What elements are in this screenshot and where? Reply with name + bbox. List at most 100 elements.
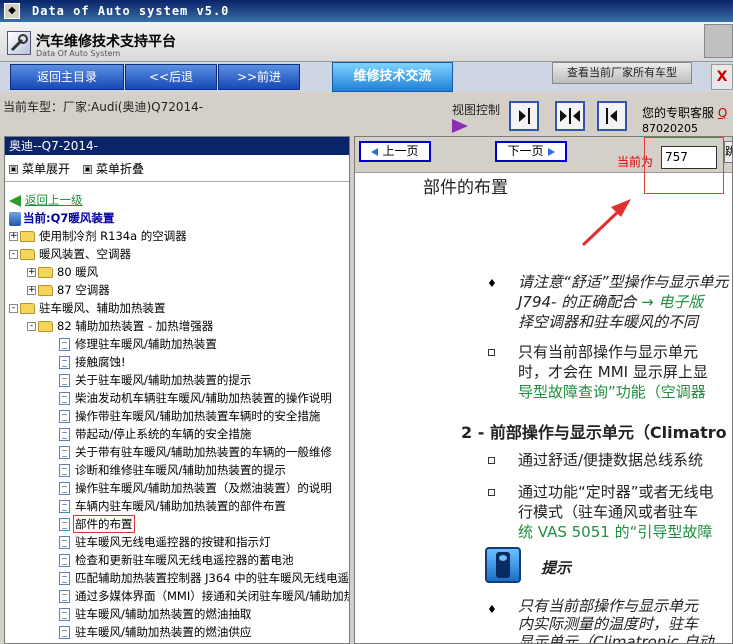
document-icon [59, 446, 70, 459]
annotation-arrow-icon [581, 199, 631, 247]
tree-doc-label: 检查和更新驻车暖风无线电遥控器的蓄电池 [75, 553, 294, 567]
close-icon[interactable]: X [711, 64, 733, 90]
tree-doc-item[interactable]: 柴油发动机车辆驻车暖风/辅助加热装置的操作说明 [59, 389, 332, 407]
tree-doc-item[interactable]: 通过多媒体界面（MMI）接通和关闭驻车暖风/辅助加热装置 [59, 587, 349, 605]
paragraph-text: J794- 的正确配合 [518, 293, 637, 311]
page-heading: 部件的布置 [423, 178, 508, 198]
square-bullet-icon [488, 349, 495, 356]
document-icon [59, 536, 70, 549]
tree-doc-item[interactable]: 驻车暖风/辅助加热装置的燃油抽取 [59, 605, 251, 623]
plus-box-icon: + [27, 267, 36, 277]
repair-exchange-tab[interactable]: 维修技术交流 [332, 62, 453, 92]
tree-doc-item[interactable]: 检查和更新驻车暖风无线电遥控器的蓄电池 [59, 551, 294, 569]
paragraph-line: 通过功能“定时器”或者无线电 [518, 483, 714, 501]
folder-open-icon [38, 321, 53, 332]
play-arrow-icon [452, 119, 468, 133]
tree-doc-item[interactable]: 关于带有驻车暖风/辅助加热装置的车辆的一般维修 [59, 443, 332, 461]
tree-doc-item[interactable]: 车辆内驻车暖风/辅助加热装置的部件布置 [59, 497, 286, 515]
tree-folder-label: 暖风装置、空调器 [39, 247, 131, 261]
document-icon [59, 464, 70, 477]
tree-doc-item-selected[interactable]: 部件的布置 [59, 515, 135, 533]
show-left-panel-icon[interactable] [597, 101, 627, 131]
service-label: 您的专职客服 [642, 106, 715, 120]
split-view-icon[interactable] [555, 101, 585, 131]
paragraph-line: 导型故障查询”功能（空调器 [518, 383, 706, 401]
tree-folder-label: 82 辅助加热装置 - 加热增强器 [57, 319, 214, 333]
tree-doc-label: 修理驻车暖风/辅助加热装置 [75, 337, 217, 351]
tree-doc-label: 柴油发动机车辆驻车暖风/辅助加热装置的操作说明 [75, 391, 332, 405]
current-node-icon [9, 211, 21, 226]
document-icon [59, 572, 70, 585]
tree-folder[interactable]: +80 暖风 [27, 263, 98, 281]
back-home-button[interactable]: 返回主目录 [10, 64, 124, 90]
paragraph-line: 请注意“舒适”型操作与显示单元 [518, 273, 729, 291]
document-icon [59, 500, 70, 513]
document-icon [59, 410, 70, 423]
tree-doc-label: 接触腐蚀! [75, 355, 126, 369]
tree-folder[interactable]: - 82 辅助加热装置 - 加热增强器 [27, 317, 213, 335]
note-title: 提示 [541, 559, 572, 577]
tree-doc-item[interactable]: 操作驻车暖风/辅助加热装置（及燃油装置）的说明 [59, 479, 332, 497]
window-control-button[interactable] [704, 24, 733, 58]
menu-expand-button[interactable]: ▣ 菜单展开 [9, 160, 70, 177]
menu-tree-panel: 奥迪--Q7-2014- ▣ 菜单展开 ▣ 菜单折叠 返回上一级 当前:Q7暖风装置… [4, 136, 350, 644]
tree-doc-label: 驻车暖风/辅助加热装置的燃油抽取 [75, 607, 252, 621]
tree-folder[interactable]: +87 空调器 [27, 281, 110, 299]
prev-button[interactable]: <<后退 [125, 64, 217, 90]
document-icon [59, 482, 70, 495]
wrench-logo-icon [7, 31, 31, 55]
current-node-label: 当前:Q7暖风装置 [23, 211, 115, 225]
document-icon [59, 590, 70, 603]
tree-folder-label: 使用制冷剂 R134a 的空调器 [39, 229, 187, 243]
tree-doc-item[interactable]: 关于驻车暖风/辅助加热装置的提示 [59, 371, 251, 389]
menu-collapse-button[interactable]: ▣ 菜单折叠 [83, 160, 144, 177]
tree-doc-item[interactable]: 操作带驻车暖风/辅助加热装置车辆时的安全措施 [59, 407, 320, 425]
window-title: Data of Auto system v5.0 [32, 4, 230, 18]
paragraph-line: 时，才会在 MMI 显示屏上显 [518, 363, 708, 381]
content-panel: 上一页 下一页 当前为 757 跳 部件的布置 ♦ 请注意“舒适”型操作与显示单… [354, 136, 733, 644]
app-icon: ◆ [4, 3, 20, 19]
show-right-panel-icon[interactable] [509, 101, 539, 131]
tree-folder-label: 驻车暖风、辅助加热装置 [39, 301, 166, 315]
collapse-square-icon: ▣ [83, 165, 92, 174]
back-arrow-icon [9, 194, 21, 207]
tree-doc-item[interactable]: 带起动/停止系统的车辆的安全措施 [59, 425, 251, 443]
tree-header: 奥迪--Q7-2014- [5, 137, 349, 155]
electronic-version-link[interactable]: → 电子版 [641, 293, 703, 311]
view-all-models-tab[interactable]: 查看当前厂家所有车型 [552, 62, 692, 84]
tree-doc-label: 诊断和维修驻车暖风/辅助加热装置的提示 [75, 463, 286, 477]
tree-folder[interactable]: - 驻车暖风、辅助加热装置 [9, 299, 166, 317]
tree-doc-item[interactable]: 诊断和维修驻车暖风/辅助加热装置的提示 [59, 461, 286, 479]
section-heading: 2 - 前部操作与显示单元（Climatro [461, 423, 727, 442]
document-icon [59, 392, 70, 405]
tree-doc-item[interactable]: 修理驻车暖风/辅助加热装置 [59, 335, 217, 353]
tree-doc-item[interactable]: 匹配辅助加热装置控制器 J364 中的驻车暖风无线电遥控器 [59, 569, 350, 587]
folder-icon [20, 231, 35, 242]
document-icon [59, 554, 70, 567]
paragraph-line: 统 VAS 5051 的“引导型故障 [518, 523, 713, 541]
tree-doc-item[interactable]: 驻车暖风/辅助加热装置的燃油供应 [59, 623, 251, 641]
tree-doc-label: 车辆内驻车暖风/辅助加热装置的部件布置 [75, 499, 286, 513]
tree-folder[interactable]: - 暖风装置、空调器 [9, 245, 131, 263]
info-note-icon [485, 547, 521, 583]
service-info: 您的专职客服 Q [642, 104, 727, 121]
square-bullet-icon [488, 457, 495, 464]
next-button[interactable]: >>前进 [218, 64, 300, 90]
diamond-bullet-icon: ♦ [487, 603, 497, 616]
service-link[interactable]: Q [718, 106, 727, 120]
tree-doc-label: 匹配辅助加热装置控制器 J364 中的驻车暖风无线电遥控器 [75, 571, 350, 585]
paragraph-line: 择空调器和驻车暖风的不同 [518, 313, 699, 331]
tree-doc-item[interactable]: 接触腐蚀! [59, 353, 126, 371]
minus-box-icon: - [9, 250, 18, 259]
tree-doc-label: 带起动/停止系统的车辆的安全措施 [75, 427, 252, 441]
tree-folder[interactable]: + 使用制冷剂 R134a 的空调器 [9, 227, 187, 245]
back-up-link[interactable]: 返回上一级 [9, 191, 83, 209]
app-title: 汽车维修技术支持平台 [36, 34, 176, 50]
tree-doc-label: 操作带驻车暖风/辅助加热装置车辆时的安全措施 [75, 409, 321, 423]
document-icon [59, 338, 70, 351]
tree-doc-label: 部件的布置 [73, 515, 135, 533]
tree-doc-label: 关于驻车暖风/辅助加热装置的提示 [75, 373, 252, 387]
document-icon [59, 428, 70, 441]
current-model-label: 当前车型：厂家:Audi(奥迪)Q72014- [3, 100, 204, 114]
tree-doc-item[interactable]: 驻车暖风无线电遥控器的按键和指示灯 [59, 533, 271, 551]
